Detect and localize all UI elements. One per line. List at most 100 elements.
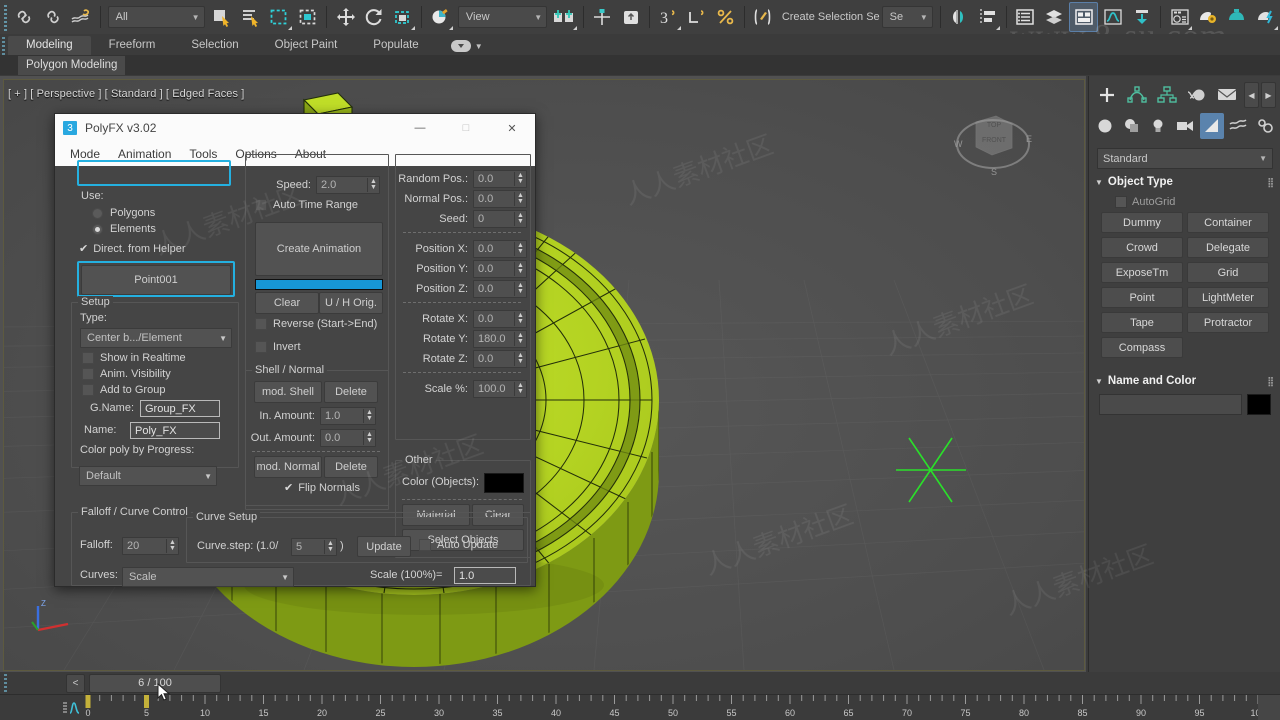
selection-filter-combo[interactable]: All ▼ bbox=[107, 6, 205, 28]
add-to-group-row[interactable]: Add to Group bbox=[82, 384, 165, 396]
toolbar-grip[interactable] bbox=[2, 3, 10, 31]
show-in-realtime-row[interactable]: Show in Realtime bbox=[82, 352, 186, 364]
modify-icon[interactable] bbox=[1123, 82, 1151, 108]
shapes-icon[interactable] bbox=[1120, 113, 1144, 139]
shell-delete-button[interactable]: Delete bbox=[324, 381, 378, 403]
auto-update-checkbox[interactable] bbox=[419, 539, 431, 551]
tab-object-paint[interactable]: Object Paint bbox=[257, 36, 356, 55]
menu-mode[interactable]: Mode bbox=[61, 147, 109, 161]
flip-normals-row[interactable]: ✔ Flip Normals bbox=[284, 481, 360, 495]
keyboard-shortcut-override-icon[interactable] bbox=[617, 3, 644, 31]
tab-selection[interactable]: Selection bbox=[173, 36, 256, 55]
reverse-row[interactable]: Reverse (Start->End) bbox=[255, 318, 377, 330]
use-polygons-radio-row[interactable]: Polygons bbox=[92, 207, 155, 219]
rollout-name-color-header[interactable]: ▼ Name and Color ⣿ bbox=[1095, 372, 1275, 390]
auto-update-row[interactable]: Auto Update bbox=[419, 539, 498, 551]
edit-named-selection-icon[interactable] bbox=[750, 3, 777, 31]
spinner-arrows-icon-14[interactable]: ▲ ▼ bbox=[166, 539, 178, 553]
menu-animation[interactable]: Animation bbox=[109, 147, 180, 161]
create-protractor-button[interactable]: Protractor bbox=[1187, 312, 1269, 333]
tab-freeform[interactable]: Freeform bbox=[91, 36, 174, 55]
ribbon-grip[interactable] bbox=[0, 36, 8, 55]
polyfx-titlebar[interactable]: 3 PolyFX v3.02 — □ ✕ bbox=[55, 114, 535, 142]
timeline-grip[interactable] bbox=[2, 673, 10, 693]
systems-icon[interactable] bbox=[1253, 113, 1277, 139]
unhide-orig-button[interactable]: U / H Orig. bbox=[319, 292, 383, 314]
render-production-icon[interactable] bbox=[1253, 3, 1280, 31]
viewcube[interactable]: TOP FRONT W E S bbox=[950, 100, 1036, 180]
select-and-rotate-icon[interactable] bbox=[361, 3, 388, 31]
subtab-polygon-modeling[interactable]: Polygon Modeling bbox=[18, 55, 126, 75]
spinner-arrows-icon-7[interactable]: ▲ ▼ bbox=[514, 242, 526, 256]
spinner-arrows-icon-11[interactable]: ▲ ▼ bbox=[514, 332, 526, 346]
in-amount-spinner[interactable]: 1.0 ▲ ▼ bbox=[320, 407, 376, 425]
create-point-button[interactable]: Point bbox=[1101, 287, 1183, 308]
maximize-button[interactable]: □ bbox=[443, 114, 489, 142]
seed-spinner[interactable]: 0 ▲ ▼ bbox=[473, 210, 527, 228]
display-icon[interactable] bbox=[1213, 82, 1241, 108]
spinner-arrows-icon-12[interactable]: ▲ ▼ bbox=[514, 352, 526, 366]
create-icon[interactable] bbox=[1093, 82, 1121, 108]
scale-100-input[interactable]: 1.0 bbox=[454, 567, 516, 584]
anim-visibility-checkbox[interactable] bbox=[82, 368, 94, 380]
select-by-name-icon[interactable] bbox=[237, 3, 264, 31]
spinner-arrows-icon-2[interactable]: ▲ ▼ bbox=[363, 409, 375, 423]
invert-row[interactable]: Invert bbox=[255, 341, 301, 353]
mod-shell-button[interactable]: mod. Shell bbox=[254, 381, 322, 403]
create-crowd-button[interactable]: Crowd bbox=[1101, 237, 1183, 258]
position-x-spinner[interactable]: 0.0 ▲ ▼ bbox=[473, 240, 527, 258]
current-frame-field[interactable]: 6 / 100 bbox=[89, 673, 221, 693]
gname-input[interactable]: Group_FX bbox=[140, 400, 220, 417]
clear-animation-button[interactable]: Clear bbox=[255, 292, 319, 314]
space-warps-icon[interactable] bbox=[1227, 113, 1251, 139]
snaps-toggle-icon[interactable]: 3 bbox=[655, 3, 682, 31]
selection-button-top[interactable] bbox=[77, 160, 231, 186]
select-and-move-icon[interactable] bbox=[332, 3, 359, 31]
helper-pick-button[interactable]: Point001 bbox=[81, 265, 231, 295]
reverse-checkbox[interactable] bbox=[255, 318, 267, 330]
rotate-y-spinner[interactable]: 180.0 ▲ ▼ bbox=[473, 330, 527, 348]
curves-dropdown[interactable]: Scale ▼ bbox=[122, 567, 294, 587]
type-dropdown[interactable]: Center b.../Element ▼ bbox=[80, 328, 232, 348]
panel-scroll-left-button[interactable]: ◀ bbox=[1244, 82, 1259, 108]
use-elements-radio-row[interactable]: Elements bbox=[92, 223, 156, 235]
normal-pos-spinner[interactable]: 0.0 ▲ ▼ bbox=[473, 190, 527, 208]
rotate-x-spinner[interactable]: 0.0 ▲ ▼ bbox=[473, 310, 527, 328]
create-lightmeter-button[interactable]: LightMeter bbox=[1187, 287, 1269, 308]
color-objects-swatch[interactable] bbox=[484, 473, 524, 493]
geometry-icon[interactable] bbox=[1093, 113, 1117, 139]
curve-update-button[interactable]: Update bbox=[357, 536, 411, 557]
menu-tools[interactable]: Tools bbox=[180, 147, 226, 161]
autogrid-checkbox-row[interactable]: AutoGrid bbox=[1097, 194, 1273, 212]
create-animation-button[interactable]: Create Animation bbox=[255, 222, 383, 276]
spinner-arrows-icon-5[interactable]: ▲ ▼ bbox=[514, 192, 526, 206]
auto-time-range-checkbox[interactable] bbox=[255, 199, 267, 211]
position-y-spinner[interactable]: 0.0 ▲ ▼ bbox=[473, 260, 527, 278]
mirror-icon[interactable] bbox=[946, 3, 973, 31]
create-dummy-button[interactable]: Dummy bbox=[1101, 212, 1183, 233]
close-button[interactable]: ✕ bbox=[489, 114, 535, 142]
link-icon[interactable] bbox=[11, 3, 38, 31]
create-tape-button[interactable]: Tape bbox=[1101, 312, 1183, 333]
falloff-spinner[interactable]: 20 ▲ ▼ bbox=[122, 537, 179, 555]
flip-normals-checkmark[interactable]: ✔ bbox=[284, 481, 293, 494]
select-and-scale-icon[interactable] bbox=[390, 3, 417, 31]
spinner-arrows-icon-10[interactable]: ▲ ▼ bbox=[514, 312, 526, 326]
motion-icon[interactable] bbox=[1183, 82, 1211, 108]
use-elements-radio[interactable] bbox=[92, 223, 103, 235]
spinner-arrows-icon[interactable]: ▲ ▼ bbox=[367, 178, 379, 192]
add-to-group-checkbox[interactable] bbox=[82, 384, 94, 396]
direct-from-helper-row[interactable]: ✔ Direct. from Helper bbox=[79, 242, 186, 256]
helpers-icon[interactable] bbox=[1199, 113, 1224, 139]
cameras-icon[interactable] bbox=[1173, 113, 1197, 139]
normal-delete-button[interactable]: Delete bbox=[324, 456, 378, 478]
create-container-button[interactable]: Container bbox=[1187, 212, 1269, 233]
direct-from-helper-checkmark[interactable]: ✔ bbox=[79, 242, 88, 255]
ref-coord-system-combo[interactable]: View ▼ bbox=[457, 6, 548, 28]
object-name-input[interactable] bbox=[1099, 394, 1242, 415]
rectangular-selection-region-icon[interactable] bbox=[266, 3, 293, 31]
show-in-realtime-checkbox[interactable] bbox=[82, 352, 94, 364]
spinner-arrows-icon-3[interactable]: ▲ ▼ bbox=[363, 431, 375, 445]
align-icon[interactable] bbox=[974, 3, 1001, 31]
tab-populate[interactable]: Populate bbox=[355, 36, 436, 55]
